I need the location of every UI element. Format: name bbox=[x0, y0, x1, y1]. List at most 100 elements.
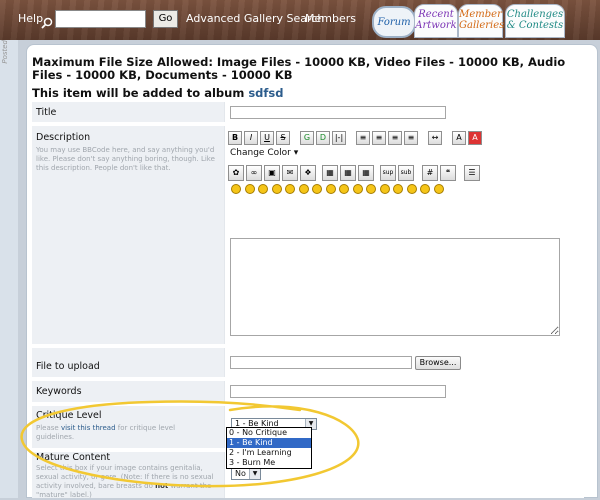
tab-forum-label: Forum bbox=[377, 17, 411, 28]
smiley-icon[interactable] bbox=[339, 184, 349, 194]
tab-label-line2: Galleries bbox=[459, 20, 505, 31]
chevron-down-icon[interactable]: ▼ bbox=[249, 469, 260, 479]
smiley-icon[interactable] bbox=[433, 184, 444, 194]
critique-option[interactable]: 2 - I'm Learning bbox=[227, 448, 311, 458]
table-cell-icon[interactable]: ▦ bbox=[358, 165, 374, 181]
align-justify-icon[interactable]: ≡ bbox=[388, 131, 402, 145]
font-color-icon[interactable]: A bbox=[468, 131, 482, 145]
keywords-row: Keywords bbox=[32, 379, 584, 402]
description-cell: B I U S G D |-| ≡ ≡ ≡ ≡ ↔ A A Change Color ▾ ✿ ∞ ▣ ✉ ❖ ▦ ▦ ▦… bbox=[224, 126, 584, 344]
help-link[interactable]: Help bbox=[18, 12, 43, 25]
bold-icon[interactable]: B bbox=[228, 131, 242, 145]
smiley-icon[interactable] bbox=[420, 184, 430, 194]
title-row: Title bbox=[32, 100, 584, 122]
go-button[interactable]: Go bbox=[153, 10, 178, 28]
smiley-icon[interactable] bbox=[352, 184, 363, 194]
tab-forum[interactable]: Forum bbox=[372, 6, 416, 38]
tab-label-line2: Artwork bbox=[415, 20, 457, 31]
title-input[interactable] bbox=[230, 106, 446, 119]
keywords-cell bbox=[224, 381, 584, 402]
smiley-icon[interactable] bbox=[406, 184, 417, 194]
tab-label-line1: Recent bbox=[418, 9, 454, 20]
smiley-icon[interactable] bbox=[379, 184, 390, 194]
title-cell bbox=[224, 102, 584, 122]
align-left-icon[interactable]: ≡ bbox=[356, 131, 370, 145]
tab-label-line2: & Contests bbox=[506, 20, 564, 31]
critique-option[interactable]: 0 - No Critique bbox=[227, 428, 311, 438]
subscript-icon[interactable]: sub bbox=[398, 165, 414, 181]
strikethrough-icon[interactable]: S bbox=[276, 131, 290, 145]
font-size-icon[interactable]: A bbox=[452, 131, 466, 145]
smiley-icon[interactable] bbox=[325, 184, 336, 194]
description-label: Description bbox=[36, 132, 91, 143]
flash-icon[interactable]: ✿ bbox=[228, 165, 244, 181]
align-center-icon[interactable]: ≡ bbox=[372, 131, 386, 145]
smiley-icon[interactable] bbox=[366, 184, 376, 194]
table-icon[interactable]: ▦ bbox=[322, 165, 338, 181]
change-color-select[interactable]: Change Color ▾ bbox=[230, 148, 298, 158]
album-notice: This item will be added to album sdfsd bbox=[32, 86, 284, 100]
ordered-list-icon[interactable]: # bbox=[422, 165, 438, 181]
glow-icon[interactable]: G bbox=[300, 131, 314, 145]
file-row: File to upload Browse... bbox=[32, 346, 584, 377]
email-icon[interactable]: ✉ bbox=[282, 165, 298, 181]
keywords-input[interactable] bbox=[230, 385, 446, 398]
album-name-link[interactable]: sdfsd bbox=[248, 86, 283, 100]
smiley-icon[interactable] bbox=[312, 184, 322, 194]
mature-select[interactable]: No ▼ bbox=[231, 468, 261, 480]
description-textarea[interactable] bbox=[230, 238, 560, 336]
left-sidebar-strip: Posted bbox=[0, 40, 18, 498]
mature-help-not: not bbox=[155, 482, 169, 490]
table-row-icon[interactable]: ▦ bbox=[340, 165, 356, 181]
tab-member-galleries[interactable]: Member Galleries bbox=[458, 4, 505, 38]
smiley-icon[interactable] bbox=[393, 184, 403, 194]
mature-label: Mature Content bbox=[36, 452, 111, 463]
members-link[interactable]: Members bbox=[305, 12, 356, 25]
quote-icon[interactable]: ❝ bbox=[440, 165, 456, 181]
underline-icon[interactable]: U bbox=[260, 131, 274, 145]
browse-button[interactable]: Browse... bbox=[415, 356, 461, 370]
top-navigation-bar: Help Go Advanced Gallery Search Members … bbox=[0, 0, 600, 40]
mature-selected-value: No bbox=[235, 469, 246, 478]
tab-recent-artwork[interactable]: Recent Artwork bbox=[414, 4, 458, 38]
critique-option-highlighted[interactable]: 1 - Be Kind bbox=[227, 438, 311, 448]
critique-dropdown-list: 0 - No Critique 1 - Be Kind 2 - I'm Lear… bbox=[226, 427, 312, 469]
smiley-icon[interactable] bbox=[258, 184, 268, 194]
change-color-label: Change Color bbox=[230, 148, 291, 158]
critique-help-prefix: Please bbox=[36, 424, 59, 432]
list-icon[interactable]: ☰ bbox=[464, 165, 480, 181]
critique-help: Please visit this thread for critique le… bbox=[36, 424, 206, 442]
search-input[interactable] bbox=[55, 10, 146, 28]
hr-icon[interactable]: ↔ bbox=[428, 131, 442, 145]
smiley-icon[interactable] bbox=[298, 184, 309, 194]
advanced-gallery-search-link[interactable]: Advanced Gallery Search bbox=[186, 12, 324, 25]
tab-label-line1: Member bbox=[459, 9, 502, 20]
italic-icon[interactable]: I bbox=[244, 131, 258, 145]
tab-challenges-contests[interactable]: Challenges & Contests bbox=[505, 4, 565, 38]
superscript-icon[interactable]: sup bbox=[380, 165, 396, 181]
smiley-icon[interactable] bbox=[285, 184, 295, 194]
description-help: You may use BBCode here, and say anythin… bbox=[36, 146, 215, 172]
smiley-icon[interactable] bbox=[244, 184, 255, 194]
album-notice-prefix: This item will be added to album bbox=[32, 86, 245, 100]
critique-label: Critique Level bbox=[36, 410, 102, 421]
shadow-icon[interactable]: D bbox=[316, 131, 330, 145]
smiley-icon[interactable] bbox=[231, 184, 241, 194]
image-icon[interactable]: ▣ bbox=[264, 165, 280, 181]
tab-label-line1: Challenges bbox=[506, 9, 564, 20]
critique-guidelines-link[interactable]: visit this thread bbox=[61, 424, 116, 432]
search-icon[interactable] bbox=[41, 17, 53, 29]
critique-option[interactable]: 3 - Burn Me bbox=[227, 458, 311, 468]
align-right-icon[interactable]: ≡ bbox=[404, 131, 418, 145]
mature-help: Select this box if your image contains g… bbox=[36, 464, 214, 500]
link-icon[interactable]: ∞ bbox=[246, 165, 262, 181]
side-caption: Posted bbox=[1, 40, 9, 64]
ftp-icon[interactable]: ❖ bbox=[300, 165, 316, 181]
file-path-input[interactable] bbox=[230, 356, 412, 369]
teletype-icon[interactable]: |-| bbox=[332, 131, 346, 145]
keywords-label: Keywords bbox=[36, 386, 82, 397]
description-row: Description You may use BBCode here, and… bbox=[32, 124, 584, 344]
smiley-icon[interactable] bbox=[271, 184, 282, 194]
file-cell: Browse... bbox=[224, 348, 584, 377]
chevron-down-icon: ▾ bbox=[293, 148, 299, 158]
